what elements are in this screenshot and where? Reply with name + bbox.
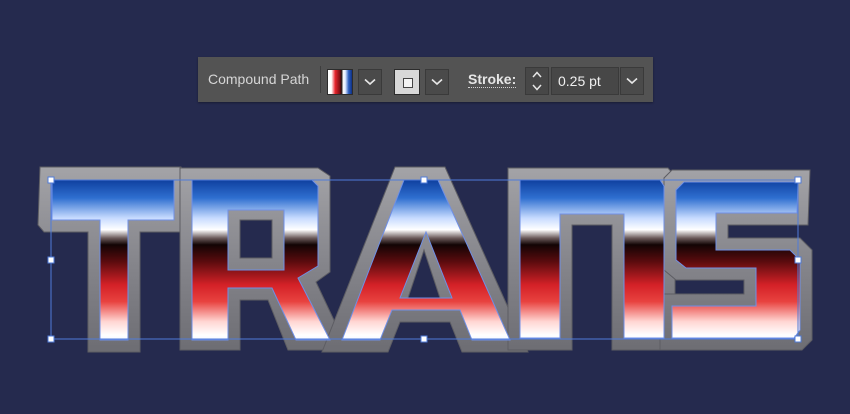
handle-middle-left[interactable] <box>47 256 55 264</box>
chevron-down-icon <box>431 78 443 86</box>
handle-top-left[interactable] <box>47 176 55 184</box>
fill-swatch[interactable] <box>327 69 353 95</box>
stroke-dropdown-button[interactable] <box>425 69 449 95</box>
stroke-swatch-inner <box>403 78 413 88</box>
illustrator-canvas: { "control_bar": { "selection_type": "Co… <box>0 0 850 414</box>
stroke-weight-dropdown-button[interactable] <box>620 67 644 95</box>
letter-s-face <box>671 181 801 339</box>
chevron-down-icon <box>532 84 542 91</box>
handle-bottom-right[interactable] <box>794 335 802 343</box>
handle-top-right[interactable] <box>794 176 802 184</box>
stroke-weight-decrease[interactable] <box>526 81 548 94</box>
fill-dropdown-button[interactable] <box>358 69 382 95</box>
chevron-up-icon <box>532 71 542 78</box>
handle-top-center[interactable] <box>420 176 428 184</box>
stroke-weight-input[interactable] <box>551 67 619 95</box>
letter-n-face <box>519 179 665 339</box>
stroke-label-text: Stroke: <box>468 71 517 88</box>
chevron-down-icon <box>364 78 376 86</box>
divider <box>320 66 321 93</box>
stroke-weight-stepper[interactable] <box>525 67 549 95</box>
control-bar: Compound Path Stroke: <box>198 57 653 102</box>
handle-bottom-center[interactable] <box>420 335 428 343</box>
stroke-weight-increase[interactable] <box>526 68 548 81</box>
letter-t-face <box>51 179 175 341</box>
stroke-swatch[interactable] <box>394 69 420 95</box>
chevron-down-icon <box>626 77 638 85</box>
selection-type-label: Compound Path <box>208 71 310 87</box>
handle-bottom-left[interactable] <box>47 335 55 343</box>
stroke-panel-link[interactable]: Stroke: <box>468 57 517 102</box>
handle-middle-right[interactable] <box>794 256 802 264</box>
